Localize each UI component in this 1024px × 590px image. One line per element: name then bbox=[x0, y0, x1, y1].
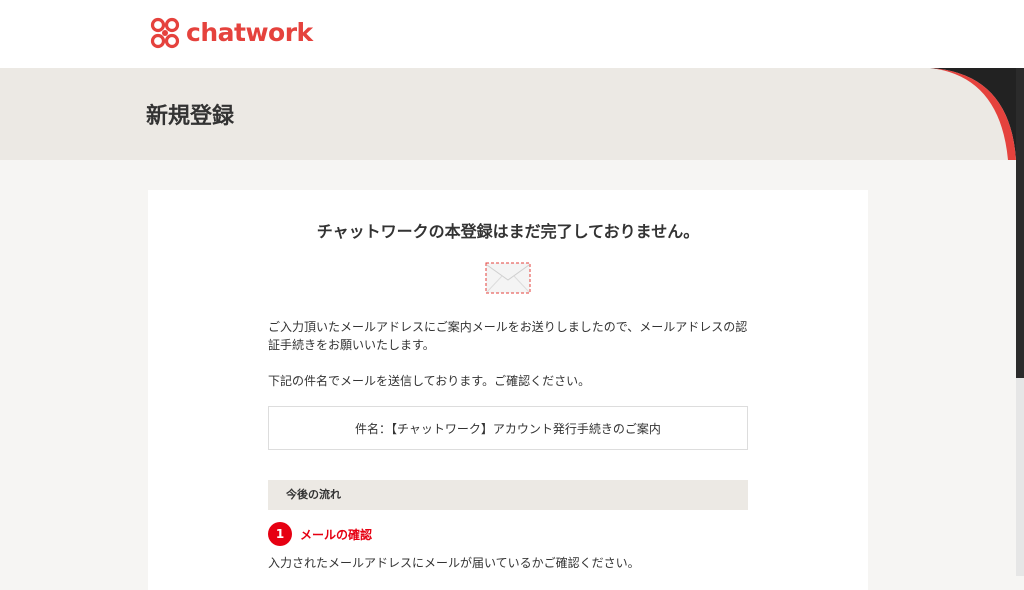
step-number-badge: 1 bbox=[268, 522, 292, 546]
top-header: chatwork bbox=[0, 0, 1024, 68]
chatwork-logo[interactable]: chatwork bbox=[148, 16, 313, 50]
flow-heading: 今後の流れ bbox=[286, 488, 341, 501]
page-title: 新規登録 bbox=[146, 104, 235, 129]
scrollbar-thumb[interactable] bbox=[1016, 68, 1024, 378]
registration-card: チャットワークの本登録はまだ完了しておりません。 ご入力頂いたメールアドレスにご… bbox=[148, 190, 868, 590]
step-description: 入力されたメールアドレスにメールが届いているかご確認ください。 bbox=[268, 556, 640, 570]
page-header-band: 新規登録 bbox=[0, 68, 1024, 160]
card-title: チャットワークの本登録はまだ完了しておりません。 bbox=[316, 222, 700, 241]
email-subject-text: 件名：【チャットワーク】アカウント発行手続きのご案内 bbox=[355, 421, 661, 436]
flow-section-header: 今後の流れ bbox=[268, 480, 748, 510]
step-item: 1 メールの確認 bbox=[268, 522, 372, 546]
subject-intro-text: 下記の件名でメールを送信しております。ご確認ください。 bbox=[268, 374, 591, 388]
logo-wordmark: chatwork bbox=[186, 18, 313, 47]
email-subject-box: 件名：【チャットワーク】アカウント発行手続きのご案内 bbox=[268, 406, 748, 450]
chatwork-logo-icon bbox=[150, 17, 180, 49]
instruction-text: ご入力頂いたメールアドレスにご案内メールをお送りしましたので、メールアドレスの認… bbox=[268, 320, 748, 352]
envelope-icon bbox=[485, 262, 531, 294]
step-title: メールの確認 bbox=[300, 527, 373, 542]
